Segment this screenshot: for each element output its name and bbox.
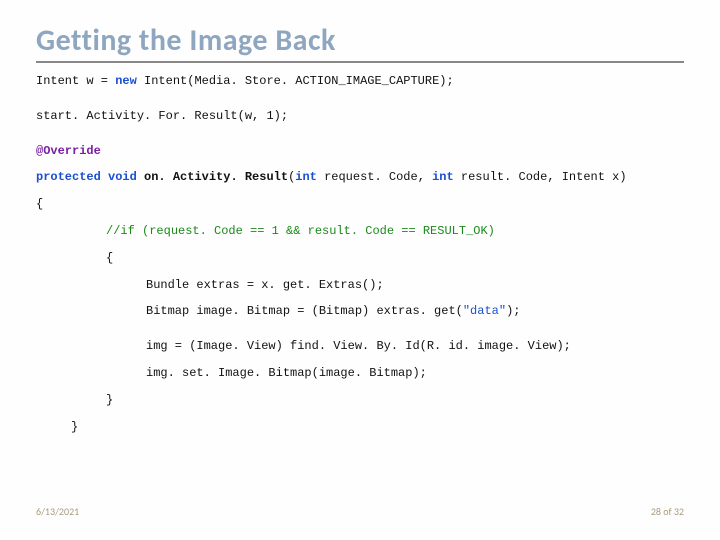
string-literal: "data" bbox=[463, 304, 506, 318]
code-line: Intent w = new Intent(Media. Store. ACTI… bbox=[36, 73, 684, 90]
comment-if: //if bbox=[106, 224, 135, 238]
page-sep: of bbox=[661, 505, 674, 518]
code-line: @Override bbox=[36, 143, 684, 160]
code-text: start. Activity. For. Result(w, 1); bbox=[36, 109, 288, 123]
code-line: { bbox=[36, 196, 684, 213]
page-current: 28 bbox=[651, 505, 661, 518]
slide-page: Getting the Image Back Intent w = new In… bbox=[0, 0, 720, 540]
code-line: start. Activity. For. Result(w, 1); bbox=[36, 108, 684, 125]
keyword-new: new bbox=[115, 74, 137, 88]
code-text: Intent(Media. Store. ACTION_IMAGE_CAPTUR… bbox=[137, 74, 454, 88]
footer-page: 28 of 32 bbox=[651, 505, 684, 518]
annotation-override: @Override bbox=[36, 144, 101, 158]
code-line: protected void on. Activity. Result(int … bbox=[36, 169, 684, 186]
keyword-int: int bbox=[295, 170, 317, 184]
title-divider bbox=[36, 61, 684, 63]
code-line: //if (request. Code == 1 && result. Code… bbox=[36, 223, 684, 240]
code-block: Intent w = new Intent(Media. Store. ACTI… bbox=[36, 73, 684, 435]
page-total: 32 bbox=[674, 505, 684, 518]
code-line: Bitmap image. Bitmap = (Bitmap) extras. … bbox=[36, 303, 684, 320]
keyword-void: void bbox=[108, 170, 137, 184]
comment-text: (request. Code == 1 && result. Code == R… bbox=[135, 224, 495, 238]
code-line: Bundle extras = x. get. Extras(); bbox=[36, 277, 684, 294]
code-line: img. set. Image. Bitmap(image. Bitmap); bbox=[36, 365, 684, 382]
code-line: { bbox=[36, 250, 684, 267]
page-title: Getting the Image Back bbox=[36, 22, 684, 59]
code-text: Intent w = bbox=[36, 74, 115, 88]
method-name: on. Activity. Result bbox=[144, 170, 288, 184]
keyword-int: int bbox=[432, 170, 454, 184]
keyword-protected: protected bbox=[36, 170, 101, 184]
code-line: } bbox=[36, 419, 684, 436]
code-line: } bbox=[36, 392, 684, 409]
footer-date: 6/13/2021 bbox=[36, 505, 79, 518]
code-line: img = (Image. View) find. View. By. Id(R… bbox=[36, 338, 684, 355]
